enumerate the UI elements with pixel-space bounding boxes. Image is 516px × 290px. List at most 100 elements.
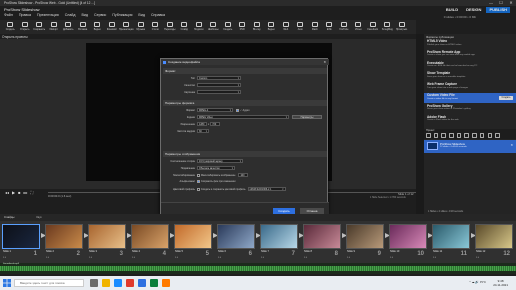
prev-icon[interactable]: ◂◂ bbox=[5, 190, 9, 195]
menu-item[interactable]: Вид bbox=[82, 13, 89, 17]
info-icon[interactable] bbox=[479, 133, 485, 138]
minimize-button[interactable]: — bbox=[486, 0, 496, 6]
format-item[interactable]: ProShow Gallery Share your show online at… bbox=[424, 104, 516, 114]
taskview-icon[interactable] bbox=[90, 279, 98, 287]
toolbar-button[interactable]: Flash bbox=[308, 20, 323, 34]
toolbar-button[interactable]: Шаблоны bbox=[206, 20, 221, 34]
params-button[interactable]: Параметры bbox=[292, 115, 322, 119]
taskbar-search[interactable]: Введите здесь текст для поиска bbox=[14, 279, 84, 287]
toolbar-button[interactable]: Blu-ray bbox=[250, 20, 265, 34]
format-item[interactable]: Show Template Save your show as a reusabl… bbox=[424, 71, 516, 81]
alpha-checkbox[interactable] bbox=[197, 180, 200, 183]
tab-slides[interactable]: Слайды bbox=[4, 215, 14, 219]
audio-checkbox[interactable] bbox=[236, 108, 239, 112]
toolbar-button[interactable]: Добавить bbox=[61, 20, 76, 34]
slide-item[interactable]: Slide 1 1 3.0 bbox=[2, 224, 40, 262]
format-item[interactable]: Executable Create an .EXE file that can b… bbox=[424, 61, 516, 71]
toolbar-button[interactable]: Переходы bbox=[163, 20, 178, 34]
slide-item[interactable]: Slide 7 7 3.0 bbox=[260, 224, 298, 262]
format-item[interactable]: HTML5 Video Publish your show as HTML5 vi… bbox=[424, 39, 516, 49]
codec-select[interactable]: MPEG-4 bbox=[197, 108, 233, 112]
toolbar-button[interactable]: EXE bbox=[322, 20, 337, 34]
excel-icon[interactable] bbox=[150, 279, 158, 287]
slide-item[interactable]: Slide 10 10 3.0 bbox=[389, 224, 427, 262]
resolution-height[interactable]: 720 bbox=[210, 122, 221, 126]
scale-checkbox[interactable] bbox=[197, 173, 200, 177]
start-icon[interactable] bbox=[3, 279, 11, 287]
proshow-taskbar-icon[interactable] bbox=[138, 279, 146, 287]
slide-item[interactable]: Slide 4 4 3.0 bbox=[131, 224, 169, 262]
down-icon[interactable] bbox=[464, 133, 469, 138]
aspect-select[interactable]: 16:9 (широкий экран) bbox=[197, 159, 243, 163]
colorprofile-select[interactable]: sRGB IEC61966-2.1 bbox=[247, 187, 286, 191]
toolbar-button[interactable]: SmugMug bbox=[380, 20, 395, 34]
save-icon[interactable] bbox=[433, 133, 439, 138]
toolbar-button[interactable]: Web bbox=[279, 20, 294, 34]
toolbar-button[interactable]: Видео bbox=[90, 20, 105, 34]
size-select[interactable] bbox=[197, 90, 241, 94]
share-icon[interactable] bbox=[487, 133, 492, 138]
close-window-button[interactable]: ✕ bbox=[506, 0, 516, 6]
toolbar-button[interactable]: Вставка bbox=[76, 20, 91, 34]
toolbar-button[interactable]: Проигрыв. bbox=[395, 20, 410, 34]
toolbar-button[interactable]: Стили bbox=[148, 20, 163, 34]
opera-icon[interactable] bbox=[126, 279, 134, 287]
slide-item[interactable]: Slide 12 12 3.0 bbox=[475, 224, 513, 262]
menu-item[interactable]: Файл bbox=[4, 13, 13, 17]
toolbar-button[interactable]: Открыть bbox=[18, 20, 33, 34]
folder-icon[interactable] bbox=[426, 133, 431, 138]
project-show-item[interactable]: ProShow Slideshow 12 slides • 0:44:00 se… bbox=[424, 140, 516, 153]
slide-item[interactable]: Slide 11 11 3.0 bbox=[432, 224, 470, 262]
toolbar-button[interactable]: Auto bbox=[293, 20, 308, 34]
system-tray[interactable]: ^ ☁ 🔊 РУС bbox=[469, 280, 486, 284]
mode-build[interactable]: BUILD bbox=[443, 7, 461, 13]
slide-item[interactable]: Slide 8 8 3.0 bbox=[303, 224, 341, 262]
edge-icon[interactable] bbox=[114, 279, 122, 287]
add-icon[interactable] bbox=[441, 133, 446, 138]
menu-item[interactable]: Правка bbox=[19, 13, 31, 17]
format-item[interactable]: Custom Video File Create a video file in … bbox=[424, 93, 516, 103]
stop-icon[interactable]: ■ bbox=[18, 190, 20, 195]
slide-item[interactable]: Slide 6 6 3.0 bbox=[217, 224, 255, 262]
toolbar-button[interactable]: Музыка bbox=[134, 20, 149, 34]
menu-item[interactable]: Слайд bbox=[65, 13, 76, 17]
type-select[interactable]: Custom bbox=[197, 76, 241, 80]
toolbar-button[interactable]: Слайд bbox=[177, 20, 192, 34]
slide-item[interactable]: Slide 3 3 3.0 bbox=[88, 224, 126, 262]
menu-item[interactable]: Публикация bbox=[112, 13, 132, 17]
mode-publish[interactable]: PUBLISH bbox=[486, 7, 510, 13]
toolbar-button[interactable]: Фоновой bbox=[105, 20, 120, 34]
menu-item[interactable]: Вид bbox=[138, 13, 145, 17]
next-icon[interactable]: ▸▸ bbox=[24, 190, 28, 195]
up-icon[interactable] bbox=[456, 133, 462, 138]
maximize-button[interactable]: ☐ bbox=[496, 0, 506, 6]
toolbar-button[interactable]: Подписи bbox=[192, 20, 207, 34]
toolbar-button[interactable]: Создать bbox=[221, 20, 236, 34]
toolbar-button[interactable]: YouTube bbox=[337, 20, 352, 34]
close-icon[interactable]: ✕ bbox=[510, 143, 513, 147]
menu-item[interactable]: Справка bbox=[151, 13, 165, 17]
fps-select[interactable]: 30 bbox=[197, 129, 209, 133]
encoder-select[interactable]: MPEG Video bbox=[197, 115, 289, 119]
quality-select[interactable] bbox=[197, 83, 241, 87]
toolbar-button[interactable]: DVD bbox=[235, 20, 250, 34]
menu-item[interactable]: Сервис bbox=[94, 13, 106, 17]
scaling-select[interactable]: Обычное качество bbox=[197, 166, 235, 170]
settings-icon[interactable] bbox=[472, 133, 477, 138]
format-create-button[interactable]: Создать bbox=[499, 95, 513, 100]
toolbar-button[interactable]: Facebook bbox=[366, 20, 381, 34]
panel-divider[interactable] bbox=[416, 34, 424, 214]
format-item[interactable]: Web Frame Capture Turn your show into a w… bbox=[424, 82, 516, 92]
format-item[interactable]: ProShow Remote App Create a show you can … bbox=[424, 50, 516, 60]
menu-item[interactable]: Презентация bbox=[37, 13, 59, 17]
dialog-close-icon[interactable]: ✕ bbox=[323, 59, 326, 65]
explorer-icon[interactable] bbox=[102, 279, 110, 287]
toolbar-button[interactable]: Импорт bbox=[47, 20, 62, 34]
colorprofile-checkbox[interactable] bbox=[197, 187, 200, 191]
scale-value[interactable]: 100 bbox=[238, 173, 249, 177]
taskbar-clock[interactable]: 9:48 24.11.2021 bbox=[493, 279, 508, 287]
play-icon[interactable]: ▶ bbox=[12, 190, 15, 195]
firefox-icon[interactable] bbox=[162, 279, 170, 287]
soundtrack-track[interactable]: Soundtrack.mp3 bbox=[0, 263, 516, 274]
toolbar-button[interactable]: Видео bbox=[264, 20, 279, 34]
